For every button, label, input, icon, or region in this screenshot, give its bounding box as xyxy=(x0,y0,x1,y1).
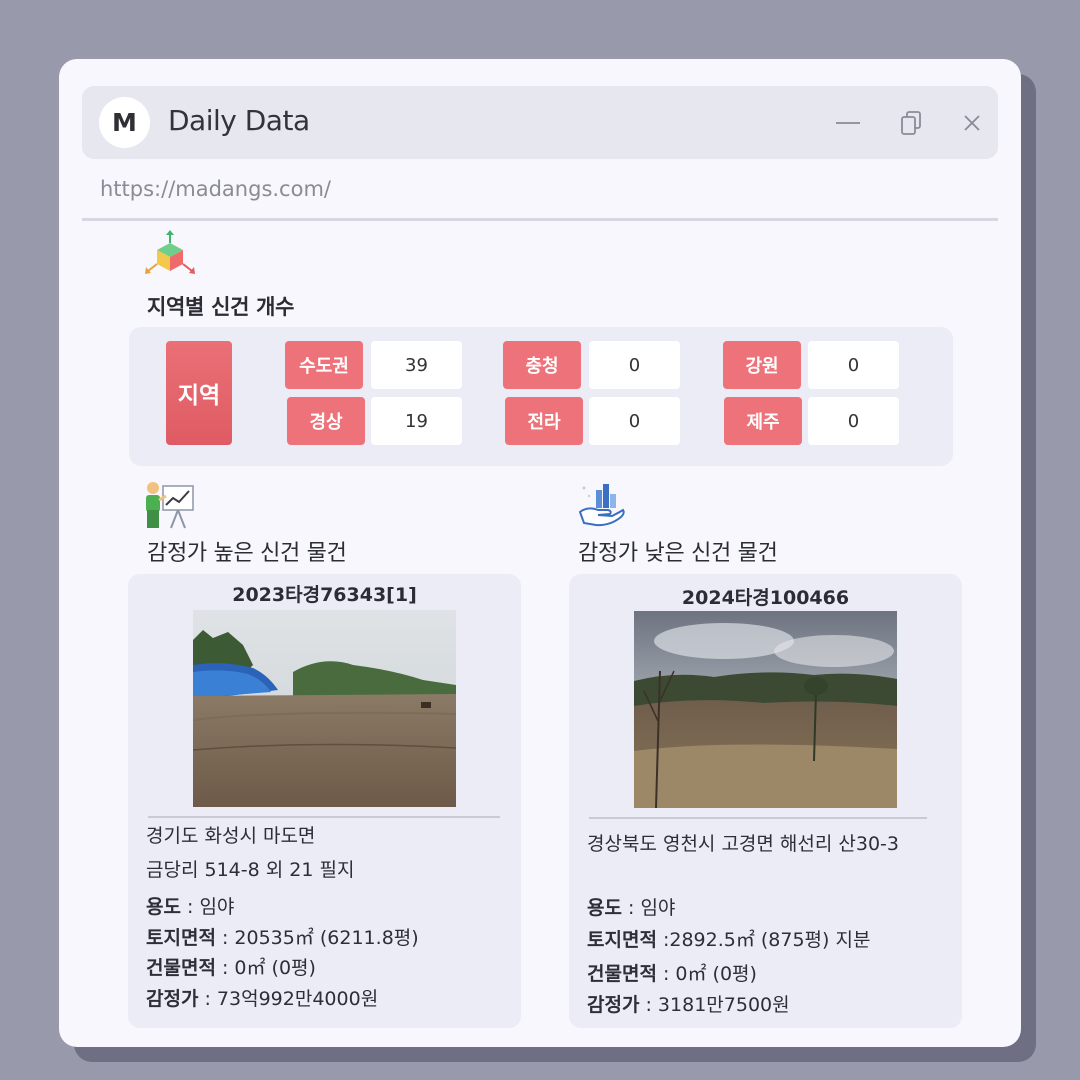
low-appraisal-value: : 3181만7500원 xyxy=(639,994,790,1016)
high-land-value: : 20535㎡ (6211.8평) xyxy=(215,927,419,949)
minimize-icon[interactable] xyxy=(833,108,863,138)
region-value-jeolla: 0 xyxy=(589,397,680,445)
high-section-title: 감정가 높은 신건 물건 xyxy=(147,541,347,566)
high-building-value: : 0㎡ (0평) xyxy=(215,957,316,979)
region-label-gyeongsang: 경상 xyxy=(287,397,365,445)
cube-arrows-icon xyxy=(145,230,195,274)
region-value-sudogwon: 39 xyxy=(371,341,462,389)
low-card-divider xyxy=(589,817,927,819)
low-building-label: 건물면적 xyxy=(587,963,657,985)
low-building-row: 건물면적 : 0㎡ (0평) xyxy=(587,959,757,986)
region-section-title: 지역별 신건 개수 xyxy=(147,295,295,319)
high-use-label: 용도 xyxy=(146,896,181,918)
high-use-value: : 임야 xyxy=(180,896,235,918)
app-avatar: M xyxy=(99,97,150,148)
url-text[interactable]: https://madangs.com/ xyxy=(100,177,331,201)
app-window: M Daily Data https://madangs.com/ 지역별 신건… xyxy=(59,59,1021,1047)
low-address-line1: 경상북도 영천시 고경면 해선리 산30-3 xyxy=(587,833,900,855)
presentation-chart-icon xyxy=(146,482,194,529)
high-address-line2: 금당리 514-8 외 21 필지 xyxy=(146,859,355,881)
region-value-jeju: 0 xyxy=(808,397,899,445)
high-use-row: 용도 : 임야 xyxy=(146,892,234,919)
region-label-jeolla: 전라 xyxy=(505,397,583,445)
low-use-label: 용도 xyxy=(587,897,622,919)
high-appraisal-label: 감정가 xyxy=(146,988,199,1010)
low-property-card[interactable]: 2024타경100466 경상북도 영천시 고경면 해선리 산30-3 용도:… xyxy=(569,574,962,1028)
low-case-number[interactable]: 2024타경100466 xyxy=(569,583,962,610)
region-label-chungcheong: 충청 xyxy=(503,341,581,389)
low-appraisal-row: 감정가 : 3181만7500원 xyxy=(587,990,790,1017)
low-section-title: 감정가 낮은 신건 물건 xyxy=(578,541,778,566)
low-land-value: :2892.5㎡ (875평) 지분 xyxy=(656,929,871,951)
high-property-card[interactable]: 2023타경76343[1] 경기도 화성시 마도면 금당리 514-8 외 2… xyxy=(128,574,521,1028)
url-divider xyxy=(82,218,998,221)
region-label-jeju: 제주 xyxy=(724,397,802,445)
low-appraisal-label: 감정가 xyxy=(587,994,640,1016)
high-building-label: 건물면적 xyxy=(146,957,216,979)
high-property-photo[interactable] xyxy=(193,610,456,807)
high-land-row: 토지면적 : 20535㎡ (6211.8평) xyxy=(146,923,419,950)
low-use-value: : 임야 xyxy=(621,897,676,919)
region-label-gangwon: 강원 xyxy=(723,341,801,389)
low-land-row: 토지면적 :2892.5㎡ (875평) 지분 xyxy=(587,925,870,952)
low-use-row: 용도 : 임야 xyxy=(587,893,675,920)
hand-bar-chart-icon xyxy=(578,484,625,527)
region-panel: 지역 수도권 39 경상 19 충청 0 전라 0 강원 0 제주 0 xyxy=(129,327,953,466)
close-icon[interactable] xyxy=(957,108,987,138)
high-building-row: 건물면적 : 0㎡ (0평) xyxy=(146,953,316,980)
high-appraisal-row: 감정가 : 73억992만4000원 xyxy=(146,984,378,1011)
region-main-label: 지역 xyxy=(166,341,232,445)
high-address-line1: 경기도 화성시 마도면 xyxy=(146,825,316,847)
region-value-chungcheong: 0 xyxy=(589,341,680,389)
high-appraisal-value: : 73억992만4000원 xyxy=(198,988,379,1010)
region-value-gangwon: 0 xyxy=(808,341,899,389)
region-value-gyeongsang: 19 xyxy=(371,397,462,445)
low-building-value: : 0㎡ (0평) xyxy=(656,963,757,985)
high-land-label: 토지면적 xyxy=(146,927,216,949)
high-case-number[interactable]: 2023타경76343[1] xyxy=(128,580,521,607)
low-property-photo[interactable] xyxy=(634,611,897,808)
high-card-divider xyxy=(148,816,500,818)
restore-icon[interactable] xyxy=(897,108,927,138)
title-bar: M Daily Data xyxy=(82,86,998,159)
low-land-label: 토지면적 xyxy=(587,929,657,951)
app-title: Daily Data xyxy=(168,104,310,137)
region-label-sudogwon: 수도권 xyxy=(285,341,363,389)
